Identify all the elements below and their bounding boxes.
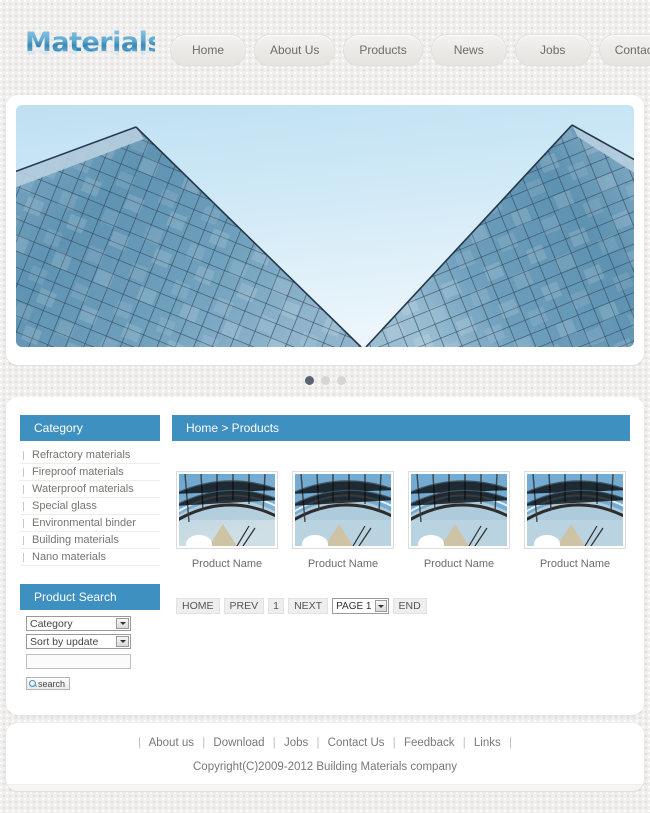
pagination-next-button[interactable]: NEXT <box>288 598 329 614</box>
search-button-label: search <box>38 678 66 689</box>
product-card[interactable]: Product Name <box>408 471 510 570</box>
sidebar: Category Refractory materials Fireproof … <box>20 415 160 695</box>
glass-dome-image <box>295 474 391 546</box>
product-grid: Product Name Product Name Product Name P… <box>172 471 630 570</box>
footer-separator: | <box>392 737 396 749</box>
sidebar-item-building-materials[interactable]: Building materials <box>20 532 160 549</box>
nav-item-home[interactable]: Home <box>170 34 246 66</box>
sidebar-item-fireproof-materials[interactable]: Fireproof materials <box>20 464 160 481</box>
slider-dot-1[interactable] <box>304 375 314 385</box>
product-name: Product Name <box>307 558 379 570</box>
pagination-page-select-value: PAGE 1 <box>336 600 372 612</box>
main-content-panel: Category Refractory materials Fireproof … <box>6 397 644 715</box>
category-header: Category <box>20 415 160 441</box>
sidebar-item-waterproof-materials[interactable]: Waterproof materials <box>20 481 160 498</box>
banner-image[interactable] <box>16 105 634 347</box>
category-list: Refractory materials Fireproof materials… <box>20 447 160 566</box>
pagination-page-select[interactable]: PAGE 1 <box>332 598 389 614</box>
sidebar-item-special-glass[interactable]: Special glass <box>20 498 160 515</box>
footer-link-feedback[interactable]: Feedback <box>404 737 455 749</box>
sidebar-item-environmental-binder[interactable]: Environmental binder <box>20 515 160 532</box>
product-thumbnail[interactable] <box>292 471 394 549</box>
breadcrumb: Home > Products <box>172 415 630 441</box>
product-name: Product Name <box>191 558 263 570</box>
pagination-prev-button[interactable]: PREV <box>223 598 265 614</box>
footer-link-links[interactable]: Links <box>474 737 501 749</box>
search-button[interactable]: search <box>26 677 71 690</box>
chevron-down-icon <box>116 618 129 629</box>
footer-links: | About us | Download | Jobs | Contact U… <box>6 737 644 749</box>
product-thumbnail[interactable] <box>176 471 278 549</box>
footer-separator: | <box>138 737 142 749</box>
pagination-page-1[interactable]: 1 <box>268 598 285 614</box>
product-card[interactable]: Product Name <box>292 471 394 570</box>
sidebar-item-refractory-materials[interactable]: Refractory materials <box>20 447 160 464</box>
product-name: Product Name <box>539 558 611 570</box>
slider-dot-3[interactable] <box>336 375 346 385</box>
footer-link-about-us[interactable]: About us <box>149 737 194 749</box>
pagination-end-button[interactable]: END <box>392 598 427 614</box>
site-logo[interactable]: Materials Materials <box>25 28 163 73</box>
banner-panel <box>6 95 644 365</box>
logo-reflection: Materials <box>25 42 163 57</box>
nav-item-news[interactable]: News <box>430 34 507 66</box>
sidebar-item-nano-materials[interactable]: Nano materials <box>20 549 160 566</box>
glass-dome-image <box>527 474 623 546</box>
search-icon <box>29 679 37 688</box>
nav-item-products[interactable]: Products <box>343 34 423 66</box>
product-search-header: Product Search <box>20 584 160 610</box>
product-thumbnail[interactable] <box>408 471 510 549</box>
site-footer: | About us | Download | Jobs | Contact U… <box>6 723 644 791</box>
footer-bottom-strip <box>6 784 644 791</box>
footer-separator: | <box>316 737 320 749</box>
banner-slider-dots <box>0 367 650 393</box>
search-sort-value: Sort by update <box>30 635 99 648</box>
search-keyword-input[interactable] <box>26 654 131 669</box>
slider-dot-2[interactable] <box>320 375 330 385</box>
glass-dome-image <box>179 474 275 546</box>
banner-illustration <box>16 105 634 347</box>
pagination-home-button[interactable]: HOME <box>176 598 220 614</box>
footer-separator: | <box>462 737 466 749</box>
footer-separator: | <box>508 737 512 749</box>
product-search-block: Product Search Category Sort by update s… <box>20 584 160 691</box>
product-card[interactable]: Product Name <box>524 471 626 570</box>
product-card[interactable]: Product Name <box>176 471 278 570</box>
footer-link-contact-us[interactable]: Contact Us <box>328 737 385 749</box>
site-header: Materials Materials Home About Us Produc… <box>0 0 650 95</box>
footer-copyright: Copyright(C)2009-2012 Building Materials… <box>193 761 457 773</box>
footer-link-jobs[interactable]: Jobs <box>284 737 308 749</box>
search-category-value: Category <box>30 617 73 630</box>
footer-link-download[interactable]: Download <box>213 737 264 749</box>
nav-item-about-us[interactable]: About Us <box>254 34 336 66</box>
main-navigation: Home About Us Products News Jobs Contact… <box>170 34 650 66</box>
nav-item-jobs[interactable]: Jobs <box>514 34 591 66</box>
search-sort-select[interactable]: Sort by update <box>26 634 131 649</box>
pagination: HOME PREV 1 NEXT PAGE 1 END <box>172 598 630 614</box>
product-name: Product Name <box>423 558 495 570</box>
content-area: Home > Products Product Name Product Nam… <box>172 415 630 695</box>
nav-item-contact-us[interactable]: Contact Us <box>598 34 650 66</box>
chevron-down-icon <box>374 600 387 612</box>
product-thumbnail[interactable] <box>524 471 626 549</box>
glass-dome-image <box>411 474 507 546</box>
footer-separator: | <box>272 737 276 749</box>
search-category-select[interactable]: Category <box>26 616 131 631</box>
footer-separator: | <box>202 737 206 749</box>
chevron-down-icon <box>116 636 129 647</box>
